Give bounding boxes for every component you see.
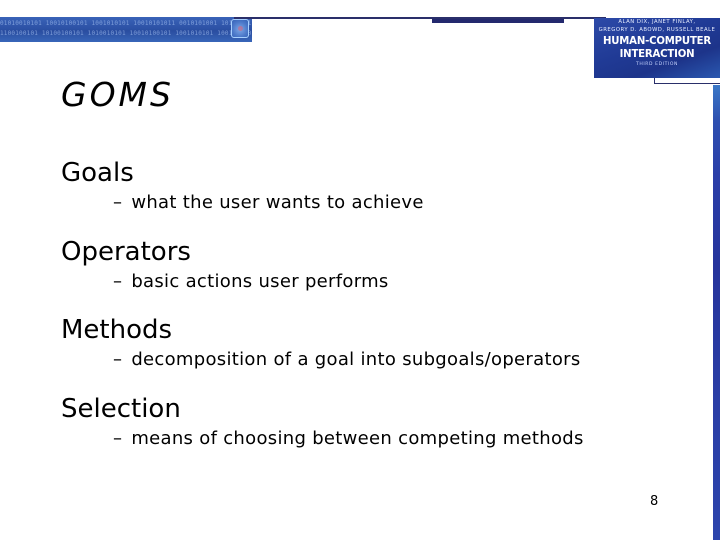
binary-banner: 01010010101 10010100101 1001010101 10010… — [0, 17, 252, 42]
book-title-line-1: HUMAN-COMPUTER — [602, 34, 712, 47]
item-description: – means of choosing between competing met… — [113, 427, 681, 451]
list-item: Operators – basic actions user performs — [61, 234, 681, 294]
dash-bullet: – — [113, 427, 123, 449]
item-description: – decomposition of a goal into subgoals/o… — [113, 348, 681, 372]
book-authors-line-1: ALAN DIX, JANET FINLAY, — [618, 19, 696, 25]
description-text: means of choosing between competing meth… — [131, 427, 584, 449]
description-text: decomposition of a goal into subgoals/op… — [131, 349, 581, 370]
item-term: Operators — [61, 236, 191, 267]
item-term: Goals — [61, 158, 134, 188]
item-description: – basic actions user performs — [113, 270, 681, 294]
page-number: 8 — [650, 494, 659, 509]
description-text: what the user wants to achieve — [131, 192, 424, 213]
description-text: basic actions user performs — [131, 270, 389, 292]
book-cover-logo: ALAN DIX, JANET FINLAY, GREGORY D. ABOWD… — [594, 18, 720, 78]
binary-pattern: 01010010101 10010100101 1001010101 10010… — [0, 19, 252, 39]
item-term: Selection — [61, 393, 181, 424]
slide-title: GOMS — [61, 75, 174, 114]
book-edition: THIRD EDITION — [636, 62, 678, 67]
book-title-line-2: INTERACTION — [619, 47, 695, 60]
dash-bullet: – — [113, 192, 123, 213]
list-item: Selection – means of choosing between com… — [61, 391, 681, 451]
item-description: – what the user wants to achieve — [113, 191, 681, 215]
dash-bullet: – — [113, 270, 123, 292]
dash-bullet: – — [113, 349, 123, 370]
bullet-list: Goals – what the user wants to achieve Op… — [61, 155, 681, 469]
binary-row: 01010010101 10010100101 1001010101 10010… — [0, 20, 252, 27]
side-stripe — [713, 85, 720, 540]
list-item: Goals – what the user wants to achieve — [61, 155, 681, 215]
cover-bracket-rule — [654, 78, 720, 84]
book-authors-line-2: GREGORY D. ABOWD, RUSSELL BEALE — [598, 27, 716, 33]
item-term: Methods — [61, 315, 173, 345]
chip-icon — [231, 19, 249, 38]
list-item: Methods – decomposition of a goal into su… — [61, 312, 681, 372]
binary-row: 1100100101 10100100101 1010010101 100101… — [0, 30, 252, 37]
header-accent-bar — [432, 19, 564, 23]
